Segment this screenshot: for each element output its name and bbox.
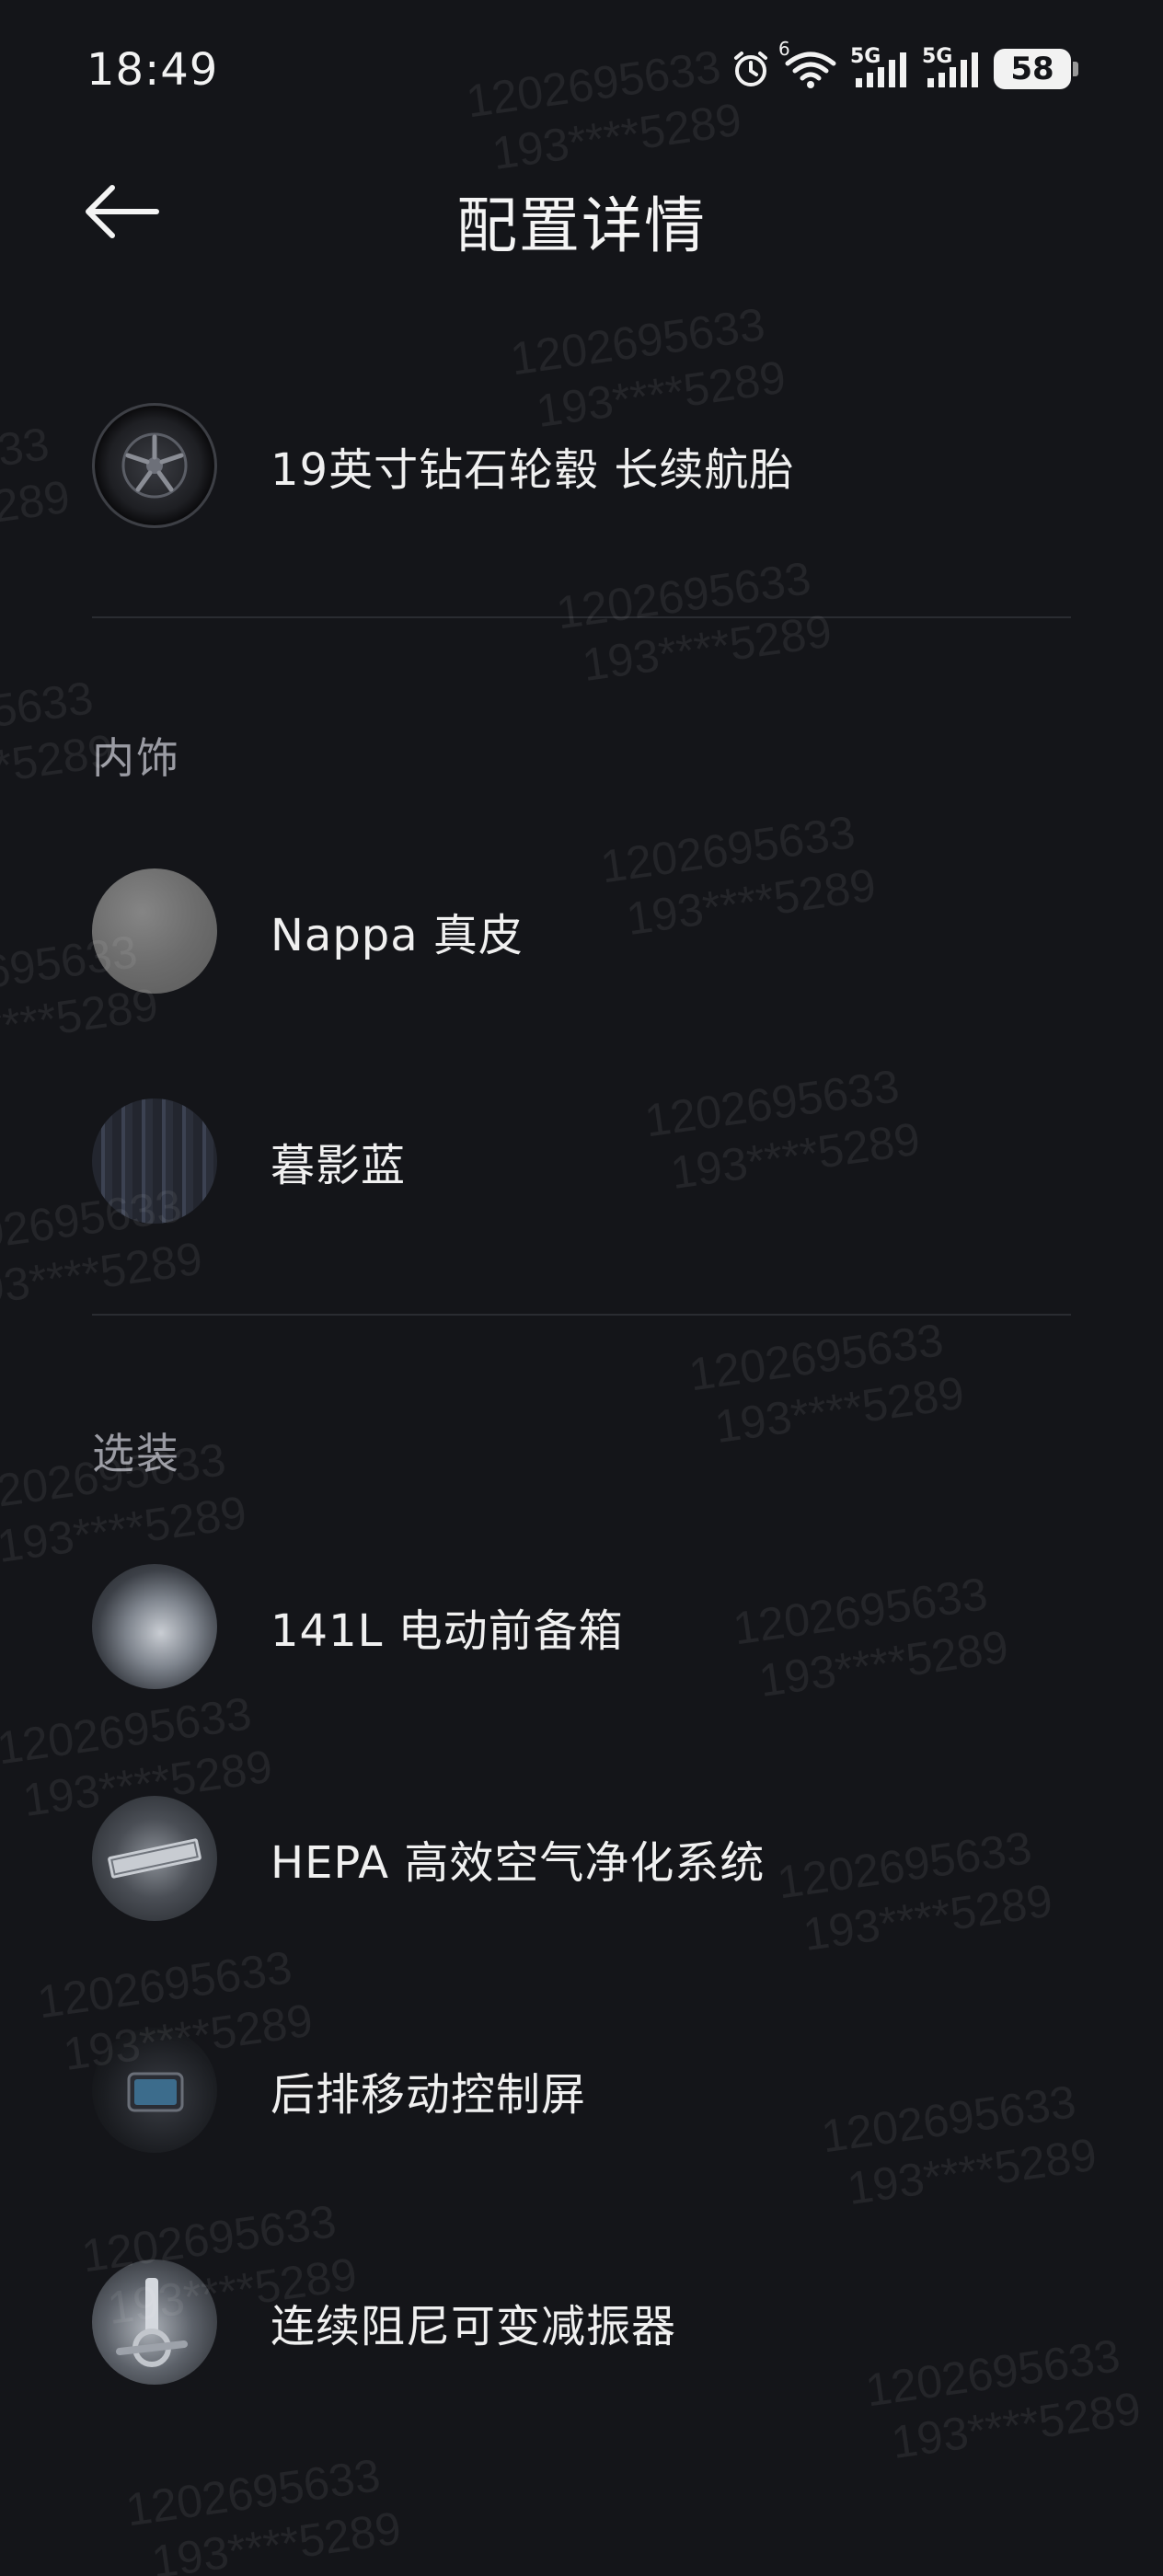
option-item-label: 141L 电动前备箱 (271, 1605, 624, 1657)
wheel-item-label: 19英寸钻石轮毂 长续航胎 (271, 444, 795, 496)
option-item-label: 连续阻尼可变减振器 (271, 2301, 677, 2352)
alarm-icon (731, 49, 771, 89)
nappa-leather-image (92, 868, 217, 994)
watermark: 1202695633193****5289 (122, 2449, 405, 2576)
option-item-frunk[interactable]: 141L 电动前备箱 (92, 1564, 1071, 1689)
dusk-blue-swatch-image (92, 1098, 217, 1224)
section-title-options: 选装 (92, 1429, 180, 1478)
option-item-label: 后排移动控制屏 (271, 2069, 587, 2121)
battery-icon: 58 (994, 49, 1078, 89)
rear-screen-image (92, 2028, 217, 2153)
watermark: 1202695633193****5289 (0, 418, 74, 558)
signal-2-icon: 5G (922, 45, 981, 89)
config-details-page: 18:49 6 5G 5G 58 配置详情 19英寸钻石轮毂 长续航胎 内饰 N… (0, 0, 1163, 2576)
option-item-rear-screen[interactable]: 后排移动控制屏 (92, 2028, 1071, 2153)
battery-level: 58 (994, 49, 1071, 89)
status-bar: 18:49 6 5G 5G 58 (0, 0, 1163, 147)
watermark: 1202695633193****5289 (685, 1314, 968, 1454)
interior-item-label: Nappa 真皮 (271, 910, 524, 961)
watermark: 1202695633193****5289 (553, 552, 835, 692)
option-item-label: HEPA 高效空气净化系统 (271, 1837, 766, 1889)
divider (92, 616, 1071, 618)
frunk-image (92, 1564, 217, 1689)
page-title: 配置详情 (456, 190, 707, 261)
hepa-filter-image (92, 1796, 217, 1921)
wheel-image (92, 403, 217, 528)
signal-1-icon: 5G (850, 45, 909, 89)
interior-item-label: 暮影蓝 (271, 1140, 407, 1191)
wifi-icon: 6 (778, 38, 837, 89)
page-header: 配置详情 (0, 156, 1163, 267)
wheel-item[interactable]: 19英寸钻石轮毂 长续航胎 (92, 403, 1071, 528)
status-time: 18:49 (86, 44, 219, 96)
interior-item-nappa[interactable]: Nappa 真皮 (92, 868, 1071, 994)
battery-tip (1073, 62, 1078, 76)
wifi-badge: 6 (778, 38, 790, 60)
status-icons: 6 5G 5G 58 (731, 38, 1078, 92)
divider (92, 1314, 1071, 1316)
option-item-damper[interactable]: 连续阻尼可变减振器 (92, 2260, 1071, 2385)
section-title-interior: 内饰 (92, 733, 180, 783)
damper-image (92, 2260, 217, 2385)
option-item-hepa[interactable]: HEPA 高效空气净化系统 (92, 1796, 1071, 1921)
interior-item-color[interactable]: 暮影蓝 (92, 1098, 1071, 1224)
